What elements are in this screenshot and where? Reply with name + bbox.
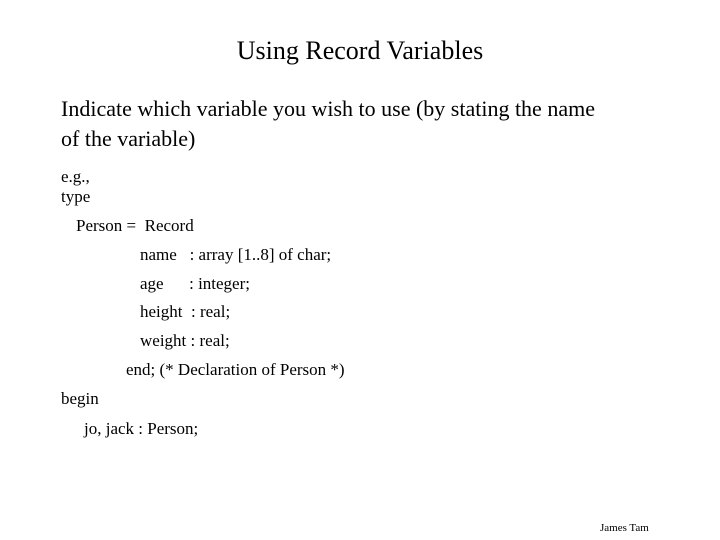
code-type-keyword: type [61,187,91,206]
code-field-height: height : real; [140,302,231,321]
author-footer: James Tam [600,522,649,534]
code-field-name: name : array [1..8] of char; [140,245,332,264]
intro-line-1: Indicate which variable you wish to use … [61,96,595,121]
intro-line-2: of the variable) [61,126,196,151]
slide-title: Using Record Variables [236,36,484,65]
code-begin-keyword: begin [61,389,99,408]
code-field-age: age : integer; [140,274,250,293]
code-record-declaration: Person = Record [76,216,194,235]
code-eg: e.g., [61,167,90,186]
code-field-weight: weight : real; [140,331,230,350]
code-end-declaration: end; (* Declaration of Person *) [126,360,345,379]
intro-text: Indicate which variable you wish to use … [61,94,681,154]
code-variable-declaration: jo, jack : Person; [84,419,199,438]
